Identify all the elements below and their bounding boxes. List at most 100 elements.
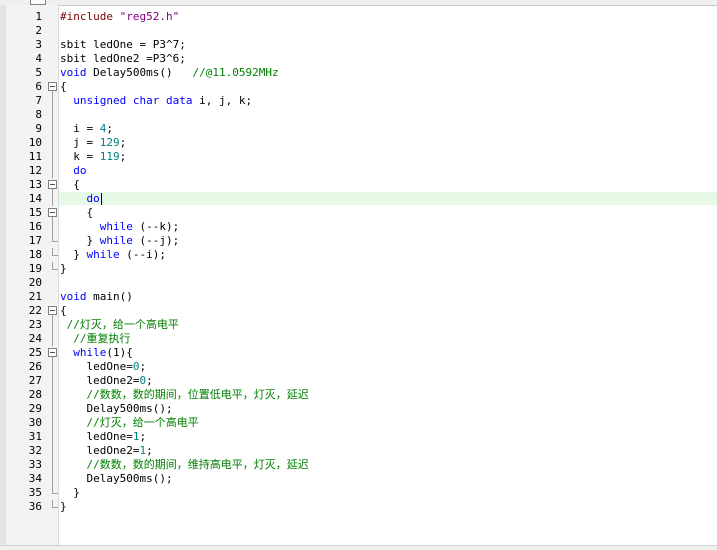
code-line[interactable]: 13 { — [0, 178, 717, 192]
code-line[interactable]: 33 //数数，数的期间，维持高电平，灯灭，延迟 — [0, 458, 717, 472]
fold-collapse-icon[interactable] — [48, 178, 57, 192]
code-line[interactable]: 3 sbit ledOne = P3^7; — [0, 38, 717, 52]
fold-empty — [48, 10, 57, 24]
line-code[interactable]: do — [60, 192, 100, 206]
line-code[interactable]: do — [60, 164, 86, 178]
code-line[interactable]: 23 //灯灭，给一个高电平 — [0, 318, 717, 332]
code-line[interactable]: 6{ — [0, 80, 717, 94]
line-code[interactable]: ledOne=1; — [60, 430, 146, 444]
code-line[interactable]: 34 Delay500ms(); — [0, 472, 717, 486]
line-code[interactable]: #include "reg52.h" — [60, 10, 179, 24]
code-line[interactable]: 5 void Delay500ms() //@11.0592MHz — [0, 66, 717, 80]
fold-collapse-icon[interactable] — [48, 80, 57, 94]
code-line[interactable]: 1 #include "reg52.h" — [0, 10, 717, 24]
code-line[interactable]: 16 while (--k); — [0, 220, 717, 234]
code-line[interactable]: 12 do — [0, 164, 717, 178]
line-code[interactable]: j = 129; — [60, 136, 126, 150]
line-number: 36 — [28, 500, 42, 513]
code-token: } — [60, 486, 80, 499]
code-token: Delay500ms(); — [60, 402, 173, 415]
code-line[interactable]: 32 ledOne2=1; — [0, 444, 717, 458]
line-code[interactable]: sbit ledOne = P3^7; — [60, 38, 186, 52]
line-code[interactable]: void Delay500ms() //@11.0592MHz — [60, 66, 279, 80]
code-line[interactable]: 8 — [0, 108, 717, 122]
code-line[interactable]: 4 sbit ledOne2 =P3^6; — [0, 52, 717, 66]
line-code[interactable]: unsigned char data i, j, k; — [60, 94, 252, 108]
code-line[interactable]: 10 j = 129; — [0, 136, 717, 150]
line-code[interactable]: { — [60, 178, 80, 192]
code-line[interactable]: 14 do — [0, 192, 717, 206]
fold-empty — [48, 276, 57, 290]
line-number: 9 — [35, 122, 42, 135]
line-number: 18 — [28, 248, 42, 261]
line-code[interactable]: { — [60, 206, 93, 220]
line-code[interactable]: { — [60, 80, 67, 94]
fold-collapse-icon[interactable] — [48, 346, 57, 360]
code-line[interactable]: 7 unsigned char data i, j, k; — [0, 94, 717, 108]
code-line[interactable]: 18 } while (--i); — [0, 248, 717, 262]
code-line[interactable]: 15 { — [0, 206, 717, 220]
code-token: 129 — [99, 136, 120, 149]
code-line[interactable]: 17 } while (--j); — [0, 234, 717, 248]
line-code[interactable]: ledOne2=0; — [60, 374, 152, 388]
code-line[interactable]: 26 ledOne=0; — [0, 360, 717, 374]
fold-guide-line — [48, 402, 57, 416]
code-line[interactable]: 30 //灯灭，给一个高电平 — [0, 416, 717, 430]
code-line[interactable]: 28 //数数，数的期间，位置低电平，灯灭，延迟 — [0, 388, 717, 402]
line-code[interactable]: //数数，数的期间，位置低电平，灯灭，延迟 — [60, 388, 309, 402]
fold-guide-line — [48, 444, 57, 458]
code-line[interactable]: 19} — [0, 262, 717, 276]
line-code[interactable]: //灯灭，给一个高电平 — [60, 318, 179, 332]
code-token: ; — [119, 150, 127, 163]
line-code[interactable]: { — [60, 304, 67, 318]
code-line[interactable]: 11 k = 119; — [0, 150, 717, 164]
line-code[interactable]: } — [60, 486, 80, 500]
code-line[interactable]: 25 while(1){ — [0, 346, 717, 360]
code-line[interactable]: 24 //重复执行 — [0, 332, 717, 346]
code-editor[interactable]: 1 #include "reg52.h" 2 3 sbit ledOne = P3^7;… — [0, 0, 717, 550]
line-code[interactable]: ledOne=0; — [60, 360, 146, 374]
line-number: 12 — [28, 164, 42, 177]
line-code[interactable]: } — [60, 500, 67, 514]
line-code[interactable]: ledOne2=1; — [60, 444, 152, 458]
line-code[interactable]: k = 119; — [60, 150, 126, 164]
line-code[interactable]: //灯灭，给一个高电平 — [60, 416, 199, 430]
code-line[interactable]: 35 } — [0, 486, 717, 500]
code-line[interactable]: 27 ledOne2=0; — [0, 374, 717, 388]
line-code[interactable]: while(1){ — [60, 346, 133, 360]
fold-collapse-icon[interactable] — [48, 304, 57, 318]
code-token: j = — [60, 136, 100, 149]
code-line[interactable]: 31 ledOne=1; — [0, 430, 717, 444]
line-code[interactable]: void main() — [60, 290, 133, 304]
line-code[interactable]: } — [60, 262, 67, 276]
line-code[interactable]: i = 4; — [60, 122, 113, 136]
code-token: //@11.0592MHz — [192, 66, 279, 79]
fold-end-marker — [48, 500, 58, 514]
code-line[interactable]: 21 void main() — [0, 290, 717, 304]
fold-end-marker — [48, 486, 58, 500]
code-token: void — [60, 66, 87, 79]
fold-empty — [48, 52, 57, 66]
code-line[interactable]: 2 — [0, 24, 717, 38]
line-code[interactable]: Delay500ms(); — [60, 402, 173, 416]
code-line[interactable]: 29 Delay500ms(); — [0, 402, 717, 416]
code-line[interactable]: 9 i = 4; — [0, 122, 717, 136]
code-line[interactable]: 36} — [0, 500, 717, 514]
code-line[interactable]: 20 — [0, 276, 717, 290]
line-code[interactable]: } while (--j); — [60, 234, 179, 248]
line-code[interactable]: sbit ledOne2 =P3^6; — [60, 52, 186, 66]
line-code[interactable]: //数数，数的期间，维持高电平，灯灭，延迟 — [60, 458, 309, 472]
code-token: sbit ledOne = P3^7; — [60, 38, 186, 51]
line-number: 5 — [35, 66, 42, 79]
fold-guide-line — [48, 416, 57, 430]
code-line[interactable]: 22 { — [0, 304, 717, 318]
fold-collapse-icon[interactable] — [48, 206, 57, 220]
line-code[interactable]: } while (--i); — [60, 248, 166, 262]
line-number: 24 — [28, 332, 42, 345]
line-code[interactable]: //重复执行 — [60, 332, 130, 346]
line-code[interactable]: while (--k); — [60, 220, 179, 234]
fold-guide-line — [48, 108, 57, 122]
line-code[interactable]: Delay500ms(); — [60, 472, 172, 486]
line-number: 28 — [28, 388, 42, 401]
code-token: } — [60, 248, 87, 261]
